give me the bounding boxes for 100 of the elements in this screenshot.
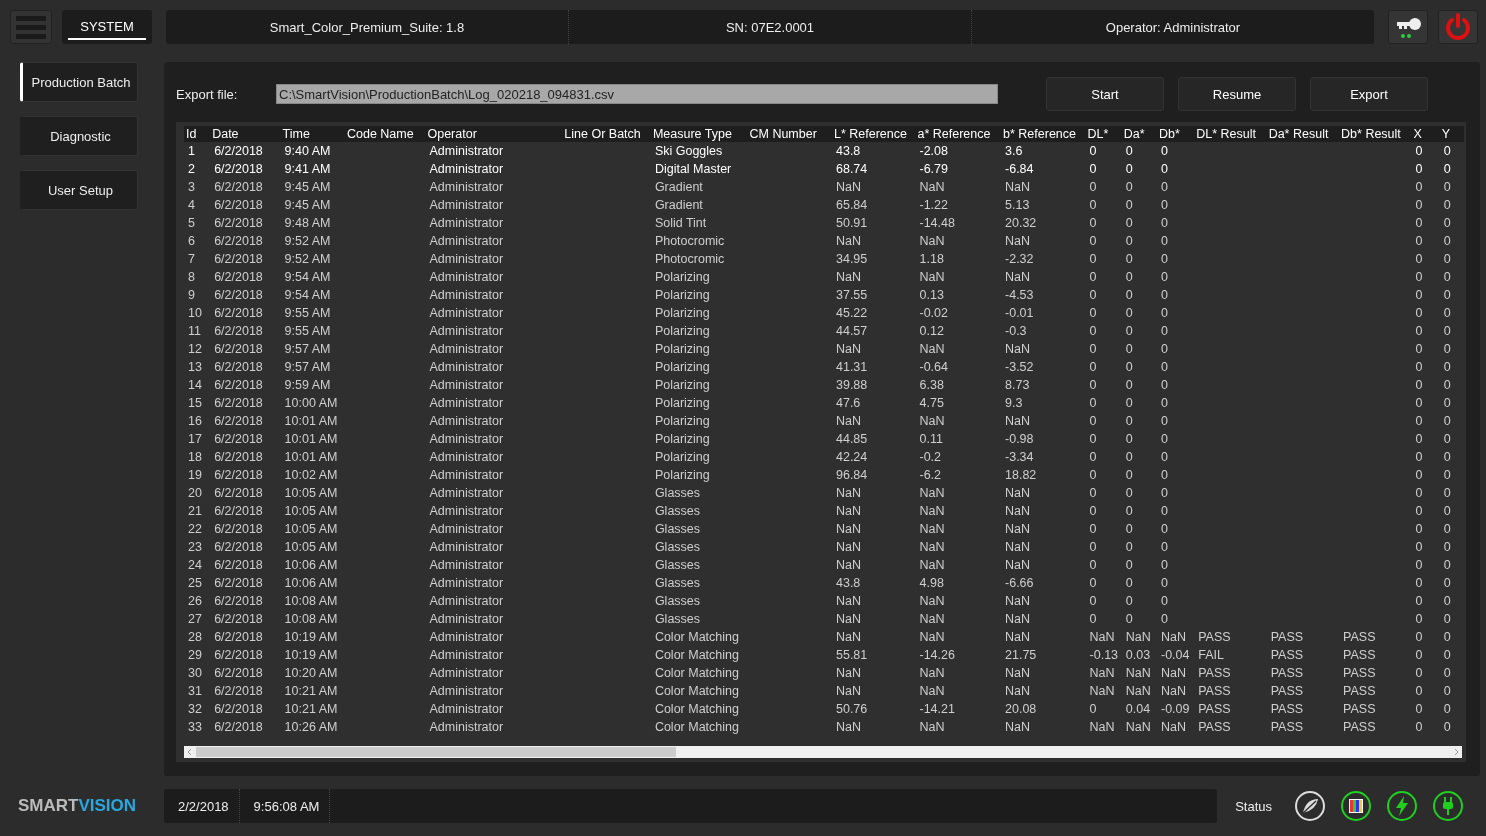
export-file-field[interactable]: C:\SmartVision\ProductionBatch\Log_020218_094831.csv [276,84,998,104]
table-cell: -6.79 [919,162,948,176]
table-cell: NaN [836,342,861,356]
table-cell: 6/2/2018 [214,450,263,464]
table-cell: Administrator [429,612,504,626]
color-bars-icon[interactable] [1340,790,1372,822]
table-cell: NaN [1005,522,1031,536]
plug-icon[interactable] [1432,790,1464,822]
table-cell: Polarizing [654,270,710,284]
lightning-icon[interactable] [1386,790,1418,822]
table-cell: NaN [919,558,945,572]
key-button[interactable] [1388,10,1428,44]
table-cell: Administrator [429,450,504,464]
table-cell: 44.85 [836,432,868,446]
table-cell: Polarizing [654,378,710,392]
table-cell: 0 [1125,414,1133,428]
table-cell: 0 [1443,702,1451,716]
table-cell: PASS [1198,684,1231,698]
table-cell: 0 [1125,396,1133,410]
table-cell: 6/2/2018 [214,666,263,680]
table-cell: 6/2/2018 [214,522,263,536]
sidebar-item[interactable]: Production Batch [20,62,138,102]
table-cell: 0 [1089,432,1097,446]
lens-icon[interactable] [1294,790,1326,822]
table-cell: 0 [1443,630,1451,644]
table-cell: Administrator [429,594,504,608]
table-cell: 0 [1443,162,1451,176]
column-header: Db* Result [1339,126,1412,142]
power-button[interactable] [1438,10,1478,44]
table-cell: 0 [1415,396,1423,410]
table-cell: NaN [1089,720,1115,734]
table-cell: 0 [1415,558,1423,572]
table-cell: NaN [919,234,945,248]
table-cell: Color Matching [654,666,739,680]
table-cell: 25 [188,576,202,590]
table-cell: Administrator [429,144,504,158]
column-header: CM Number [747,126,832,142]
table-cell: 4 [188,198,195,212]
table-cell: 0 [1089,612,1097,626]
table-cell: 0 [1125,540,1133,554]
table-cell: 6/2/2018 [214,216,263,230]
table-cell: PASS [1198,702,1231,716]
table-cell: Color Matching [654,720,739,734]
table-cell: 0 [1443,450,1451,464]
table-cell: 0 [1125,360,1133,374]
table-cell: 9:45 AM [284,180,331,194]
table-cell: 39.88 [836,378,868,392]
table-cell: 0 [1443,342,1451,356]
table-cell: 10:00 AM [284,396,338,410]
table-cell: 10:26 AM [284,720,338,734]
table-cell: NaN [836,414,861,428]
table-cell: PASS [1343,702,1376,716]
table-cell: 6/2/2018 [214,540,263,554]
table-cell: Administrator [429,720,504,734]
table-cell: Administrator [429,468,504,482]
table-cell: 9.3 [1005,396,1023,410]
table-cell: 0 [1125,252,1133,266]
action-button[interactable]: Resume [1178,77,1296,111]
table-cell: 0 [1443,198,1451,212]
table-cell: Administrator [429,180,504,194]
table-cell: 0 [1415,720,1423,734]
table-cell: 0 [1443,432,1451,446]
table-cell: 0 [1443,396,1451,410]
table-cell: 17 [188,432,202,446]
table-cell: -6.2 [919,468,942,482]
table-cell: Administrator [429,540,504,554]
table-cell: 6/2/2018 [214,198,263,212]
table-cell: Polarizing [654,342,710,356]
table-cell: 6/2/2018 [214,414,263,428]
action-button[interactable]: Start [1046,77,1164,111]
table-cell: 0 [1125,522,1133,536]
table-cell: 0 [1161,432,1168,446]
action-button[interactable]: Export [1310,77,1428,111]
system-tab[interactable]: SYSTEM [68,14,146,40]
table-cell: NaN [836,612,861,626]
table-cell: -14.21 [919,702,955,716]
table-cell: NaN [1161,720,1186,734]
table-cell: Glasses [654,522,701,536]
table-cell: 10:21 AM [284,702,338,716]
table-cell: 31 [188,684,202,698]
sidebar-item[interactable]: Diagnostic [20,116,138,156]
table-cell: 0 [1125,198,1133,212]
table-cell: 0 [1089,558,1097,572]
date-text: 2/2/2018 [164,789,240,823]
table-cell: 10:05 AM [284,522,338,536]
table-cell: NaN [919,414,945,428]
table-cell: 0 [1415,486,1423,500]
table-cell: 0 [1089,702,1097,716]
table-cell: 10:21 AM [284,684,338,698]
table-cell: PASS [1198,666,1231,680]
table-cell: NaN [836,594,861,608]
info-text: Operator: Administrator [1104,18,1242,37]
table-cell: 10:02 AM [284,468,338,482]
table-cell: Administrator [429,648,504,662]
table-cell: Administrator [429,360,504,374]
table-cell: 4.75 [919,396,944,410]
table-cell: 0 [1089,396,1097,410]
table-cell: 45.22 [836,306,868,320]
sidebar-item[interactable]: User Setup [20,170,138,210]
table-cell: 9:52 AM [284,234,331,248]
